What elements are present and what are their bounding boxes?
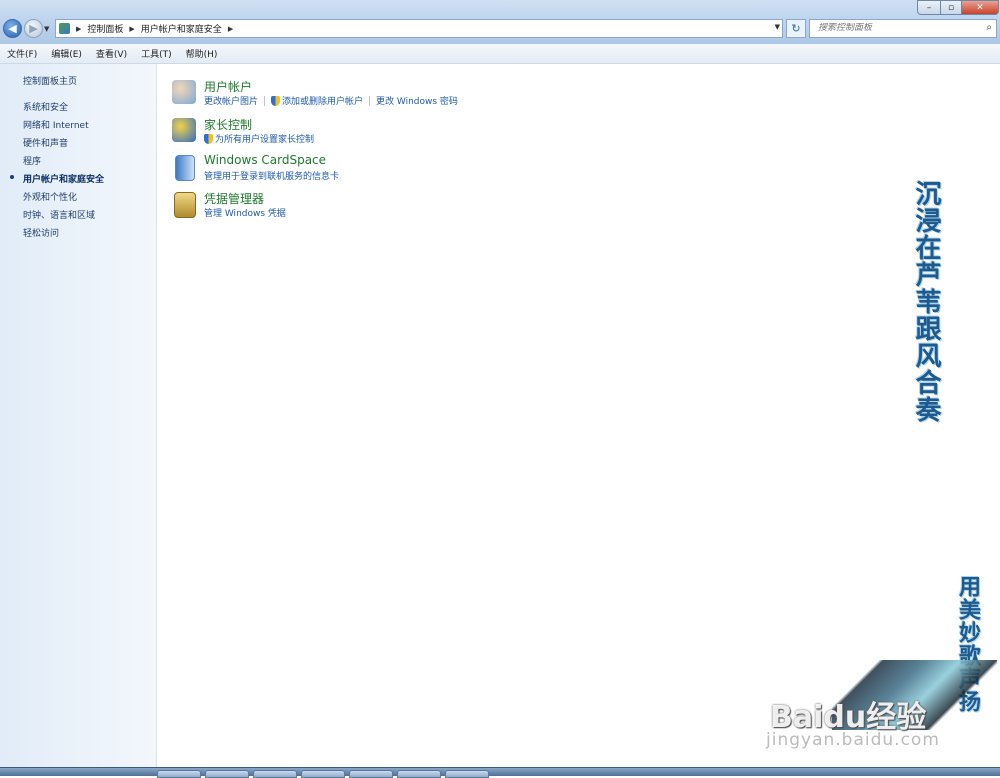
parental-controls-icon[interactable] — [172, 118, 196, 142]
cardspace-icon[interactable] — [175, 155, 195, 181]
refresh-icon: ↻ — [791, 22, 801, 35]
sidebar-item-appearance[interactable]: 外观和个性化 — [23, 190, 77, 203]
link-change-password[interactable]: 更改 Windows 密码 — [376, 94, 458, 107]
back-button[interactable]: ◀ — [3, 19, 22, 38]
sidebar-item-home[interactable]: 控制面板主页 — [23, 74, 77, 87]
sidebar-item-ease-of-access[interactable]: 轻松访问 — [23, 226, 59, 239]
breadcrumb-separator-icon[interactable]: ▶ — [129, 25, 134, 33]
sidebar-item-programs[interactable]: 程序 — [23, 154, 41, 167]
forward-arrow-icon: ▶ — [29, 22, 38, 35]
taskbar-button[interactable] — [445, 770, 489, 778]
taskbar-button[interactable] — [253, 770, 297, 778]
category-links: 为所有用户设置家长控制 — [204, 132, 314, 145]
breadcrumb-control-panel[interactable]: 控制面板 — [87, 22, 123, 35]
taskbar-button[interactable] — [301, 770, 345, 778]
taskbar-button[interactable] — [349, 770, 393, 778]
close-button[interactable]: ✕ — [961, 0, 999, 15]
taskbar-button[interactable] — [205, 770, 249, 778]
menu-bar: 文件(F) 编辑(E) 查看(V) 工具(T) 帮助(H) — [0, 44, 1000, 64]
category-title[interactable]: Windows CardSpace — [204, 153, 326, 167]
forward-button[interactable]: ▶ — [24, 19, 43, 38]
menu-file[interactable]: 文件(F) — [0, 47, 44, 60]
category-title[interactable]: 用户帐户 — [204, 78, 252, 95]
link-divider — [369, 95, 371, 106]
users-icon[interactable] — [172, 80, 196, 104]
link-manage-windows-credentials[interactable]: 管理 Windows 凭据 — [204, 206, 286, 219]
menu-view[interactable]: 查看(V) — [89, 47, 134, 60]
menu-tools[interactable]: 工具(T) — [134, 47, 179, 60]
sidebar-item-system-security[interactable]: 系统和安全 — [23, 100, 68, 113]
active-bullet-icon — [10, 175, 14, 179]
title-bar: – ▫ ✕ ◀ ▶ ▼ ▶ 控制面板 ▶ 用户帐户和家庭安全 ▶ ▼ ↻ ⌕ — [0, 0, 1000, 44]
recent-pages-dropdown[interactable]: ▼ — [44, 25, 49, 33]
search-box[interactable]: ⌕ — [809, 19, 997, 38]
link-change-picture[interactable]: 更改帐户图片 — [204, 94, 258, 107]
sidebar-item-hardware-sound[interactable]: 硬件和声音 — [23, 136, 68, 149]
category-links: 管理用于登录到联机服务的信息卡 — [204, 169, 339, 182]
category-title[interactable]: 凭据管理器 — [204, 190, 264, 207]
control-panel-icon — [59, 23, 70, 34]
maximize-button[interactable]: ▫ — [940, 0, 962, 15]
uac-shield-icon — [204, 133, 213, 144]
breadcrumb-user-accounts[interactable]: 用户帐户和家庭安全 — [141, 22, 222, 35]
breadcrumb-separator-icon[interactable]: ▶ — [228, 25, 233, 33]
menu-edit[interactable]: 编辑(E) — [44, 47, 89, 60]
link-divider — [264, 95, 266, 106]
address-dropdown-icon[interactable]: ▼ — [775, 23, 780, 31]
refresh-button[interactable]: ↻ — [786, 19, 806, 38]
category-links: 更改帐户图片 添加或删除用户帐户 更改 Windows 密码 — [204, 94, 458, 107]
minimize-button[interactable]: – — [917, 0, 941, 15]
link-add-remove-accounts[interactable]: 添加或删除用户帐户 — [282, 94, 363, 107]
breadcrumb-separator-icon[interactable]: ▶ — [76, 25, 81, 33]
search-icon[interactable]: ⌕ — [986, 22, 992, 33]
link-setup-parental-controls[interactable]: 为所有用户设置家长控制 — [215, 132, 314, 145]
credential-vault-icon[interactable] — [174, 192, 196, 218]
baidu-watermark-url: jingyan.baidu.com — [766, 730, 940, 750]
overlay-verse-1: 沉浸在芦苇跟风合奏 — [911, 180, 941, 423]
category-links: 管理 Windows 凭据 — [204, 206, 286, 219]
sidebar-item-clock-language[interactable]: 时钟、语言和区域 — [23, 208, 95, 221]
sidebar: 控制面板主页 系统和安全 网络和 Internet 硬件和声音 程序 用户帐户和… — [0, 64, 157, 767]
back-arrow-icon: ◀ — [8, 22, 17, 35]
link-manage-info-cards[interactable]: 管理用于登录到联机服务的信息卡 — [204, 169, 339, 182]
uac-shield-icon — [271, 95, 281, 106]
address-bar[interactable]: ▶ 控制面板 ▶ 用户帐户和家庭安全 ▶ ▼ — [55, 19, 783, 38]
search-input[interactable] — [818, 23, 968, 33]
category-title[interactable]: 家长控制 — [204, 116, 252, 133]
sidebar-item-network[interactable]: 网络和 Internet — [23, 118, 89, 131]
taskbar-button[interactable] — [397, 770, 441, 778]
sidebar-item-user-accounts[interactable]: 用户帐户和家庭安全 — [23, 172, 104, 185]
taskbar-button[interactable] — [157, 770, 201, 778]
menu-help[interactable]: 帮助(H) — [179, 47, 225, 60]
